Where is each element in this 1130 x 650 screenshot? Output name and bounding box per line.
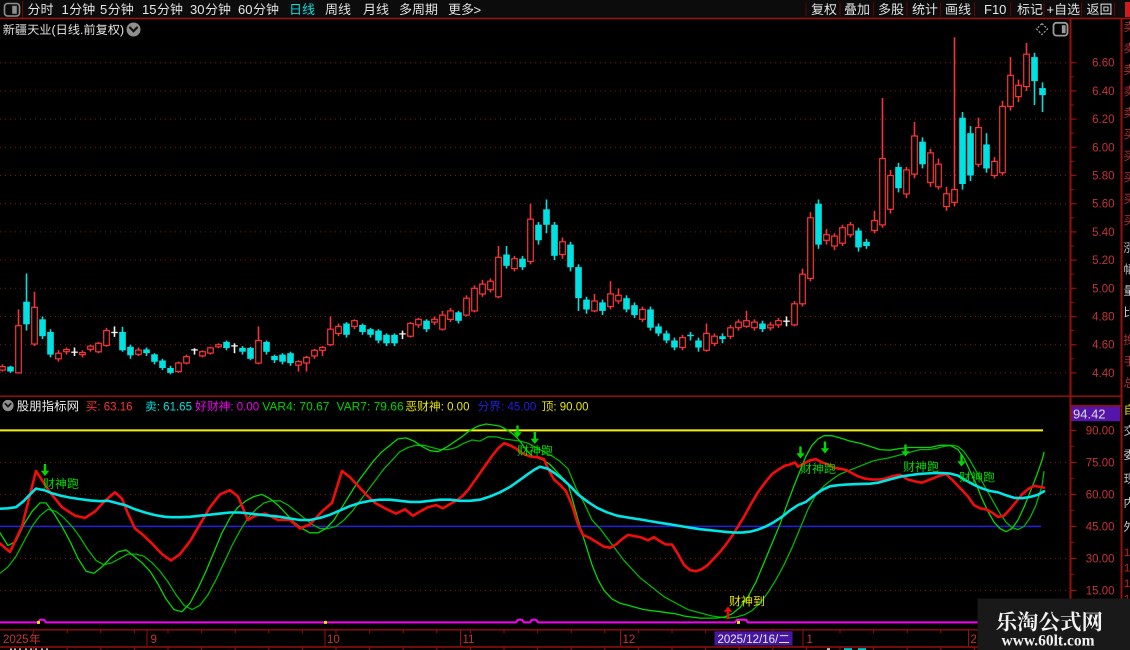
svg-text:4.80: 4.80	[1092, 312, 1114, 324]
svg-text:: 61.65: : 61.65	[157, 402, 192, 414]
svg-text:15.00: 15.00	[1086, 585, 1115, 597]
svg-text:2025: 2025	[3, 634, 29, 646]
svg-text:12: 12	[623, 634, 636, 646]
svg-text:+: +	[1047, 2, 1055, 17]
svg-text:1: 1	[1124, 578, 1130, 590]
svg-text:2: 2	[971, 634, 977, 646]
svg-text:>: >	[474, 3, 482, 18]
svg-text:94.42: 94.42	[1073, 406, 1106, 421]
svg-text:5.00: 5.00	[1092, 283, 1114, 295]
svg-text:2025/12/16/: 2025/12/16/	[718, 634, 780, 646]
svg-text:6.20: 6.20	[1092, 114, 1114, 126]
svg-text:60: 60	[238, 2, 252, 17]
svg-text:30.00: 30.00	[1086, 553, 1115, 565]
svg-text:5: 5	[100, 2, 107, 17]
svg-text:www.60lt.com: www.60lt.com	[1002, 633, 1095, 650]
svg-text:5.60: 5.60	[1092, 199, 1114, 211]
svg-text:: 45.00: : 45.00	[501, 402, 536, 414]
svg-text:: 63.16: : 63.16	[97, 402, 132, 414]
svg-text:5.80: 5.80	[1092, 171, 1114, 183]
svg-text:9: 9	[151, 634, 157, 646]
svg-text:1: 1	[807, 634, 813, 646]
svg-text:: 0.00: : 0.00	[441, 402, 470, 414]
svg-text:6.40: 6.40	[1092, 86, 1114, 98]
svg-text:45.00: 45.00	[1086, 521, 1115, 533]
svg-text:: 0.00: : 0.00	[230, 402, 259, 414]
svg-text:1: 1	[62, 2, 69, 17]
svg-text:15: 15	[142, 2, 156, 17]
svg-text:(: (	[52, 23, 56, 37]
svg-text:VAR4: 70.67: VAR4: 70.67	[262, 400, 329, 414]
svg-text:75.00: 75.00	[1086, 457, 1115, 469]
svg-text:): )	[120, 23, 124, 37]
svg-text:30: 30	[190, 2, 204, 17]
svg-text:F10: F10	[984, 2, 1006, 17]
svg-text:: 90.00: : 90.00	[553, 402, 588, 414]
svg-text:10: 10	[327, 634, 340, 646]
svg-text:5.20: 5.20	[1092, 255, 1114, 267]
svg-text:5.40: 5.40	[1092, 227, 1114, 239]
svg-text:90.00: 90.00	[1086, 425, 1115, 437]
svg-text:4.40: 4.40	[1092, 368, 1114, 380]
svg-text:60.00: 60.00	[1086, 489, 1115, 501]
svg-text:1: 1	[1124, 563, 1130, 575]
svg-text:.: .	[80, 23, 83, 37]
svg-text:VAR7: 79.66: VAR7: 79.66	[337, 400, 404, 414]
svg-text:11: 11	[463, 634, 475, 646]
svg-text:6.60: 6.60	[1092, 58, 1114, 70]
svg-text:4.60: 4.60	[1092, 340, 1114, 352]
svg-text:1: 1	[1124, 547, 1130, 559]
svg-text:6.00: 6.00	[1092, 142, 1114, 154]
